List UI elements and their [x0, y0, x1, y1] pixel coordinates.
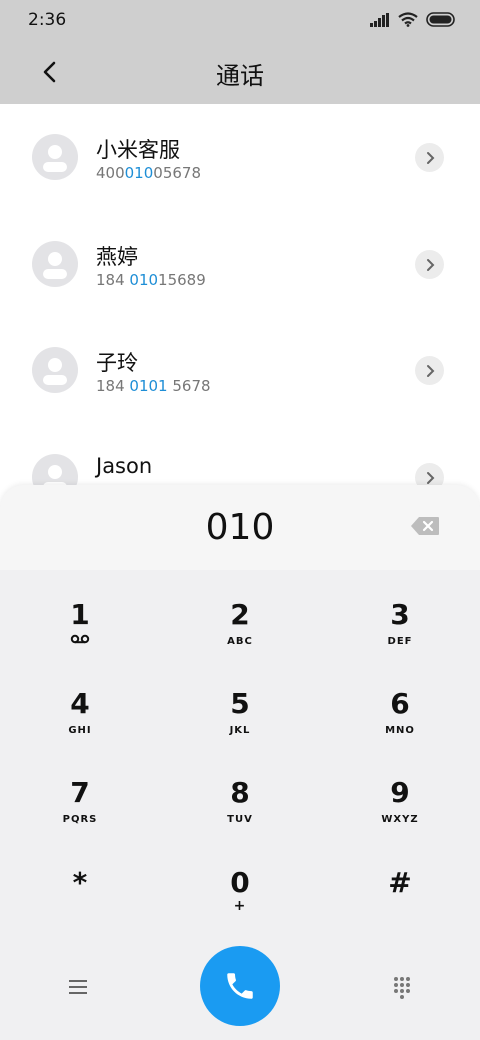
contact-row[interactable]: 小米客服 40001005678 — [0, 104, 480, 211]
voicemail-icon — [20, 634, 140, 647]
menu-button[interactable] — [64, 975, 92, 999]
wifi-icon — [398, 12, 418, 31]
dialpad-toggle-button[interactable] — [388, 973, 416, 1001]
dial-key-6[interactable]: 6 MNO — [340, 679, 460, 759]
contact-details-button[interactable] — [415, 143, 444, 172]
dial-display: 010 — [0, 485, 480, 570]
menu-icon — [69, 980, 87, 994]
status-icons — [370, 12, 456, 31]
avatar — [32, 134, 78, 180]
dialpad-grid-icon — [394, 977, 410, 999]
backspace-icon — [411, 517, 439, 535]
dial-key-5[interactable]: 5 JKL — [180, 679, 300, 759]
page-title: 通话 — [216, 62, 264, 90]
chevron-right-icon — [426, 258, 434, 271]
contact-row[interactable]: 子玲 184 0101 5678 — [0, 317, 480, 424]
contact-number: 184 01015689 — [96, 271, 206, 289]
contact-number: 184 0101 5678 — [96, 377, 211, 395]
backspace-button[interactable] — [410, 516, 442, 538]
dial-key-3[interactable]: 3 DEF — [340, 590, 460, 670]
dial-key-8[interactable]: 8 TUV — [180, 768, 300, 848]
chevron-right-icon — [426, 364, 434, 377]
dial-key-4[interactable]: 4 GHI — [20, 679, 140, 759]
dial-key-9[interactable]: 9 WXYZ — [340, 768, 460, 848]
dial-key-1[interactable]: 1 — [20, 590, 140, 670]
dial-key-star[interactable]: * — [20, 858, 140, 938]
dialpad-panel: 010 1 2 ABC 3 DEF 4 GHI 5 JKL 6 MNO 7 PQ… — [0, 485, 480, 1040]
avatar — [32, 241, 78, 287]
status-time: 2:36 — [28, 10, 67, 30]
contact-row[interactable]: 燕婷 184 01015689 — [0, 211, 480, 318]
app-bar: 通话 — [0, 40, 480, 104]
dial-key-hash[interactable]: # — [340, 858, 460, 938]
avatar — [32, 347, 78, 393]
chevron-right-icon — [426, 151, 434, 164]
dialed-number: 010 — [205, 507, 275, 548]
contact-details-button[interactable] — [415, 356, 444, 385]
contact-number: 40001005678 — [96, 164, 201, 182]
contact-details-button[interactable] — [415, 250, 444, 279]
call-button[interactable] — [200, 946, 280, 1026]
battery-icon — [426, 12, 456, 31]
contact-name: 子玲 — [96, 351, 138, 375]
contact-name: 燕婷 — [96, 245, 138, 269]
chevron-right-icon — [426, 471, 434, 484]
status-bar: 2:36 — [0, 0, 480, 40]
contact-name: 小米客服 — [96, 138, 180, 162]
dial-key-2[interactable]: 2 ABC — [180, 590, 300, 670]
dial-key-7[interactable]: 7 PQRS — [20, 768, 140, 848]
signal-icon — [370, 12, 390, 31]
dial-key-0[interactable]: 0 + — [180, 858, 300, 938]
contact-name: Jason — [96, 454, 153, 478]
phone-icon — [227, 973, 253, 999]
